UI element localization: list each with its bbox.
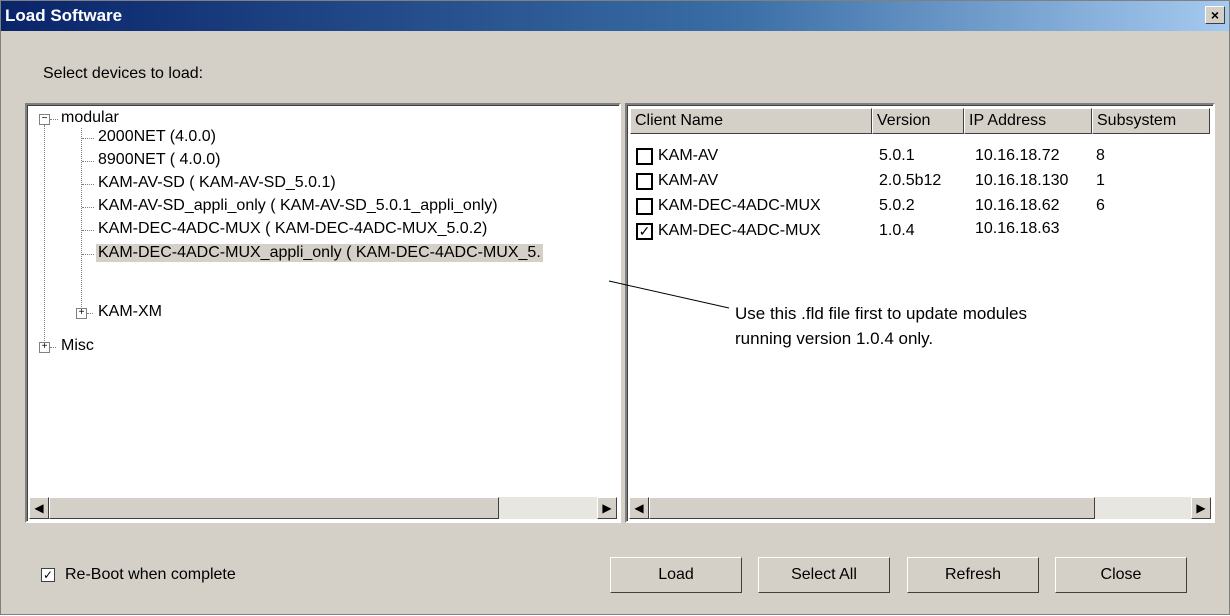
refresh-button[interactable]: Refresh — [907, 557, 1039, 593]
callout-note: Use this .fld file first to update modul… — [735, 301, 1155, 351]
close-button[interactable]: Close — [1055, 557, 1187, 593]
callout-line-2: running version 1.0.4 only. — [735, 329, 934, 348]
load-button[interactable]: Load — [610, 557, 742, 593]
reboot-checkbox[interactable]: ✓ — [41, 568, 55, 582]
callout-line-1: Use this .fld file first to update modul… — [735, 304, 1027, 323]
reboot-label[interactable]: Re-Boot when complete — [65, 566, 236, 584]
load-software-dialog: Load Software × Select devices to load: … — [0, 0, 1230, 615]
select-all-button[interactable]: Select All — [758, 557, 890, 593]
